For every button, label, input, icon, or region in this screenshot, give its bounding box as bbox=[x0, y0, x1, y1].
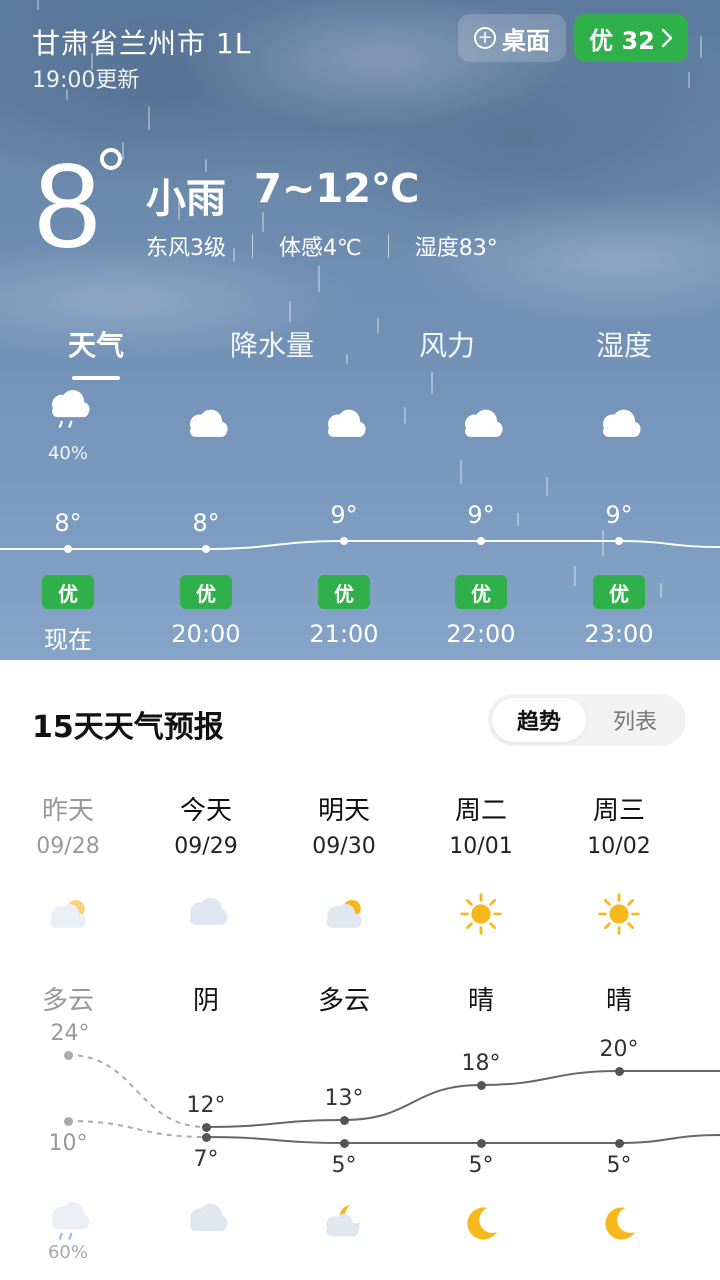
day-date: 09/28 bbox=[36, 834, 100, 859]
day-date: 09/29 bbox=[174, 834, 238, 859]
day-name: 周三 bbox=[592, 796, 645, 826]
day-name: 明天 bbox=[317, 796, 370, 826]
sun-icon bbox=[457, 890, 505, 942]
day-date: 09/30 bbox=[312, 834, 376, 859]
high-temp-point bbox=[201, 1122, 211, 1132]
moon-icon bbox=[457, 1200, 505, 1252]
sun-icon bbox=[595, 890, 643, 942]
low-temp-point bbox=[63, 1116, 73, 1126]
day-condition: 多云 bbox=[317, 986, 370, 1016]
day-condition: 阴 bbox=[192, 986, 219, 1016]
low-temp-point bbox=[614, 1138, 624, 1148]
day-condition: 晴 bbox=[467, 986, 494, 1016]
day-date: 10/01 bbox=[449, 834, 513, 859]
high-temp-point bbox=[63, 1050, 73, 1060]
moon-icon bbox=[595, 1200, 643, 1252]
low-temp-point bbox=[201, 1132, 211, 1142]
day-name: 今天 bbox=[179, 796, 232, 826]
rain-cloud-icon bbox=[44, 1202, 92, 1246]
high-temp: 18° bbox=[461, 1051, 501, 1076]
high-temp-point bbox=[339, 1115, 349, 1125]
day-name: 昨天 bbox=[41, 796, 94, 826]
day-condition: 多云 bbox=[41, 986, 94, 1016]
low-temp-point bbox=[476, 1138, 486, 1148]
low-temp: 5° bbox=[331, 1153, 357, 1178]
partly-cloudy-icon bbox=[44, 896, 92, 935]
day-date: 10/02 bbox=[587, 834, 651, 859]
high-temp-point bbox=[476, 1080, 486, 1090]
high-temp: 20° bbox=[599, 1037, 639, 1062]
high-temp: 24° bbox=[50, 1021, 90, 1046]
day-condition: 晴 bbox=[605, 986, 632, 1016]
high-temp: 12° bbox=[186, 1093, 226, 1118]
high-temp: 13° bbox=[324, 1086, 364, 1111]
low-temp: 5° bbox=[468, 1153, 494, 1178]
low-temp-point bbox=[339, 1138, 349, 1148]
night-precip-probability: 60% bbox=[47, 1242, 88, 1263]
moon-cloud-icon bbox=[320, 1202, 368, 1244]
high-temp-point bbox=[614, 1066, 624, 1076]
low-temp: 7° bbox=[193, 1147, 219, 1172]
low-temp: 10° bbox=[48, 1131, 88, 1156]
cloud-icon bbox=[182, 896, 230, 932]
low-temp: 5° bbox=[606, 1153, 632, 1178]
cloud-icon bbox=[182, 1202, 230, 1238]
partly-cloudy-icon bbox=[320, 896, 368, 935]
day-name: 周二 bbox=[454, 796, 507, 826]
